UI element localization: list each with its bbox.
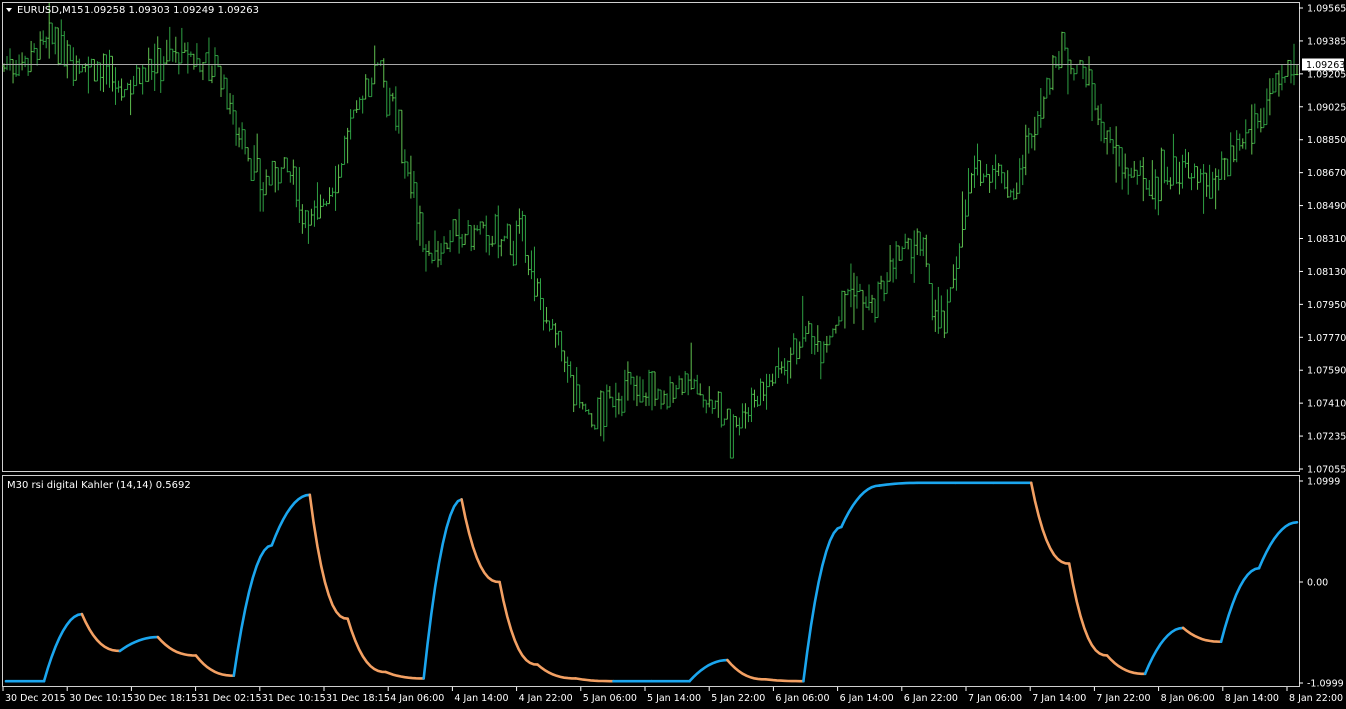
time-axis-label: 30 Dec 2015: [5, 693, 66, 704]
price-axis-label: 1.07770: [1307, 333, 1346, 344]
price-axis-label: 1.09385: [1307, 36, 1346, 47]
time-axis-label: 8 Jan 06:00: [1161, 693, 1215, 704]
price-axis-label: 1.09565: [1307, 4, 1346, 15]
main-chart-frame: [2, 2, 1300, 472]
price-axis-label: 1.08310: [1307, 234, 1346, 245]
indicator-label: M30 rsi digital Kahler (14,14) 0.5692: [7, 480, 191, 491]
indicator-axis-label: 1.0999: [1307, 477, 1340, 488]
price-axis-label: 1.08490: [1307, 201, 1346, 212]
indicator-axis: 1.0999 0.00 -1.0999: [1299, 477, 1344, 690]
time-axis-label: 7 Jan 06:00: [968, 693, 1022, 704]
time-axis-label: 6 Jan 06:00: [775, 693, 829, 704]
time-axis-label: 7 Jan 14:00: [1032, 693, 1086, 704]
time-axis-label: 6 Jan 14:00: [840, 693, 894, 704]
price-axis-label: 1.07950: [1307, 300, 1346, 311]
symbol-label: EURUSD,M15: [17, 5, 83, 16]
price-axis-label: 1.07590: [1307, 366, 1346, 377]
price-axis-label: 1.07235: [1307, 432, 1346, 443]
time-axis-label: 8 Jan 14:00: [1225, 693, 1279, 704]
price-axis-label: 1.07410: [1307, 399, 1346, 410]
current-price-badge-label: 1.09263: [1306, 60, 1345, 71]
time-axis-label: 8 Jan 22:00: [1289, 693, 1343, 704]
indicator-axis-label: -1.0999: [1307, 679, 1344, 690]
price-axis-label: 1.09205: [1307, 69, 1346, 80]
price-axis-label: 1.08130: [1307, 267, 1346, 278]
time-axis-label: 31 Dec 18:15: [326, 693, 390, 704]
ohlc-label: 1.09258 1.09303 1.09249 1.09263: [84, 5, 259, 16]
time-axis: 30 Dec 2015 30 Dec 10:15 30 Dec 18:15 31 De…: [2, 687, 1343, 704]
time-axis-label: 30 Dec 10:15: [69, 693, 133, 704]
time-axis-label: 31 Dec 10:15: [262, 693, 326, 704]
price-axis-label: 1.09025: [1307, 102, 1346, 113]
time-axis-label: 30 Dec 18:15: [133, 693, 197, 704]
price-axis-label: 1.07055: [1307, 465, 1346, 476]
time-axis-label: 5 Jan 14:00: [647, 693, 701, 704]
price-axis-label: 1.08850: [1307, 135, 1346, 146]
price-axis-label: 1.08670: [1307, 168, 1346, 179]
time-axis-label: 7 Jan 22:00: [1096, 693, 1150, 704]
time-axis-label: 6 Jan 22:00: [904, 693, 958, 704]
terminal-chart[interactable]: EURUSD,M15 1.09258 1.09303 1.09249 1.092…: [0, 0, 1346, 709]
time-axis-label: 5 Jan 22:00: [711, 693, 765, 704]
time-axis-label: 4 Jan 06:00: [390, 693, 444, 704]
price-axis: 1.09565 1.09385 1.09205 1.09025 1.08850 1.086…: [1299, 4, 1346, 476]
time-axis-label: 4 Jan 22:00: [519, 693, 573, 704]
time-axis-label: 5 Jan 06:00: [583, 693, 637, 704]
time-axis-label: 4 Jan 14:00: [454, 693, 508, 704]
time-axis-label: 31 Dec 02:15: [198, 693, 262, 704]
indicator-axis-label: 0.00: [1307, 578, 1328, 589]
